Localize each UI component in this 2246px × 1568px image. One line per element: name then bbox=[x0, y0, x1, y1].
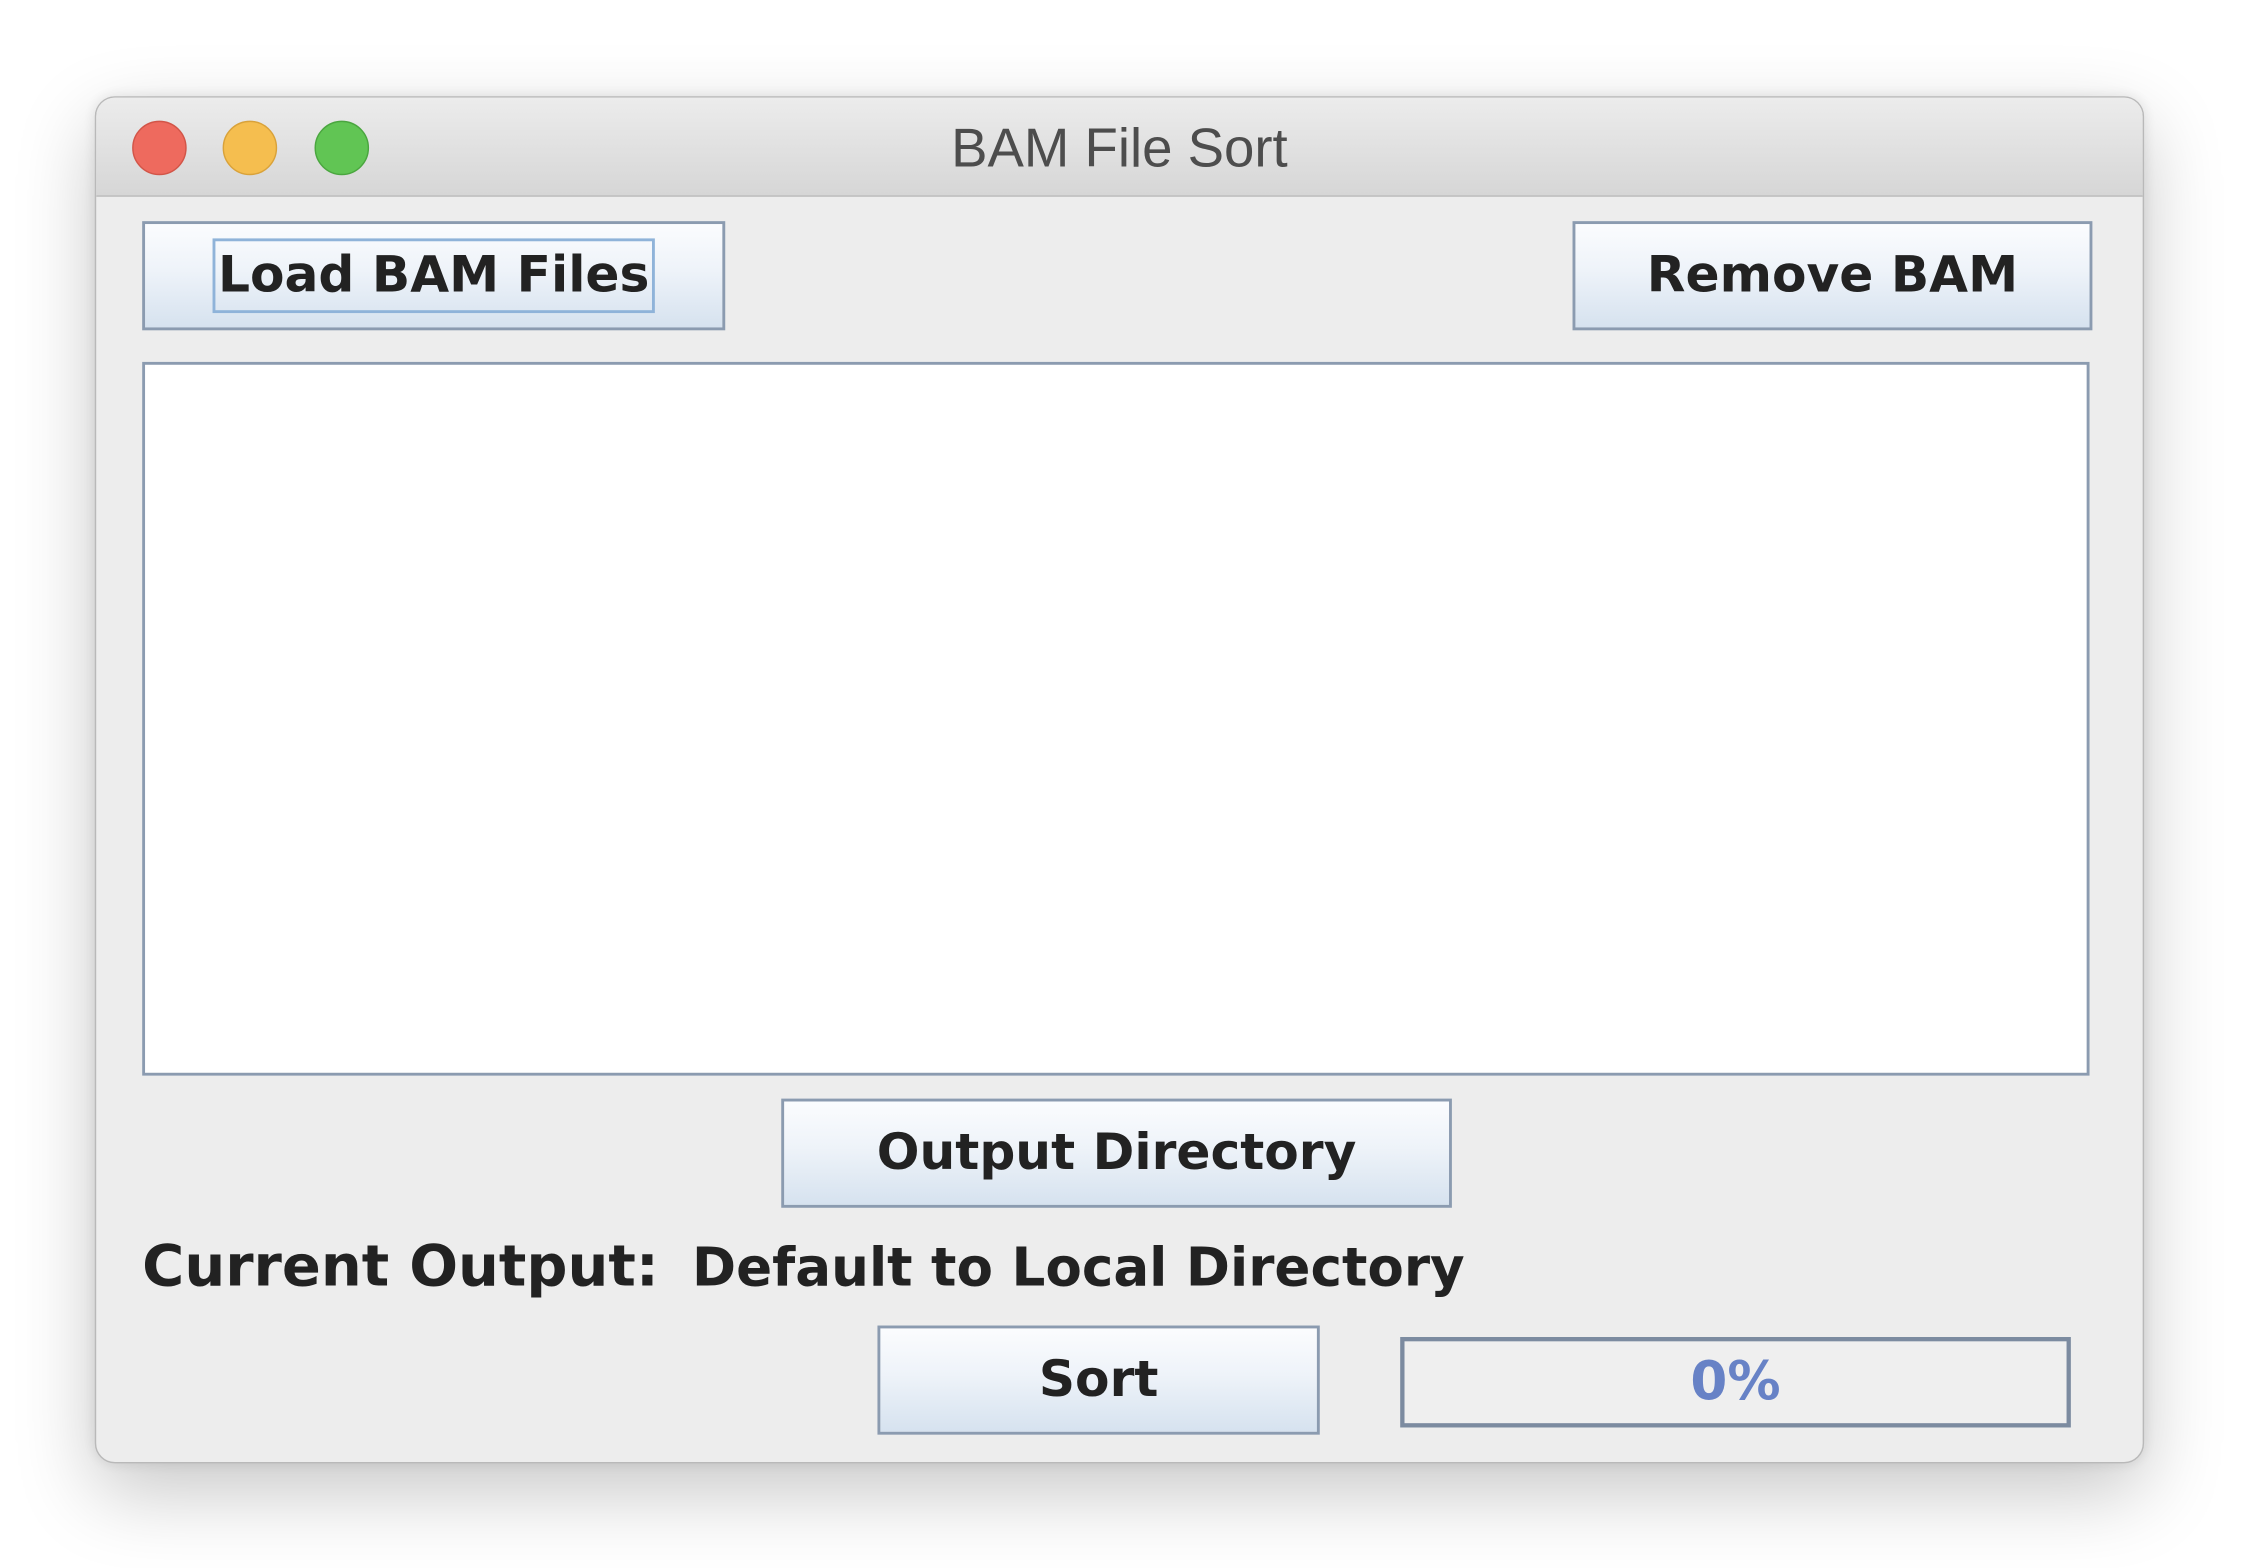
current-output-value: Default to Local Directory bbox=[691, 1236, 1465, 1299]
current-output-row: Current Output: Default to Local Directo… bbox=[142, 1229, 1465, 1304]
sort-label: Sort bbox=[1038, 1351, 1159, 1409]
load-bam-files-button[interactable]: Load BAM Files bbox=[142, 221, 726, 331]
load-bam-files-label: Load BAM Files bbox=[212, 238, 656, 314]
window-title: BAM File Sort bbox=[951, 119, 1288, 180]
bam-file-sort-window: BAM File Sort Load BAM Files Remove BAM … bbox=[94, 96, 2145, 1464]
current-output-label: Current Output: bbox=[142, 1233, 659, 1300]
sort-button[interactable]: Sort bbox=[877, 1325, 1320, 1435]
sort-progress-bar: 0% bbox=[1400, 1337, 2071, 1428]
remove-bam-label: Remove BAM bbox=[1646, 247, 2019, 305]
bam-file-list[interactable] bbox=[142, 361, 2090, 1076]
title-bar[interactable]: BAM File Sort bbox=[96, 97, 2143, 197]
progress-percent: 0% bbox=[1690, 1349, 1781, 1412]
remove-bam-button[interactable]: Remove BAM bbox=[1572, 221, 2093, 331]
output-directory-label: Output Directory bbox=[876, 1124, 1357, 1182]
output-directory-button[interactable]: Output Directory bbox=[781, 1098, 1452, 1208]
